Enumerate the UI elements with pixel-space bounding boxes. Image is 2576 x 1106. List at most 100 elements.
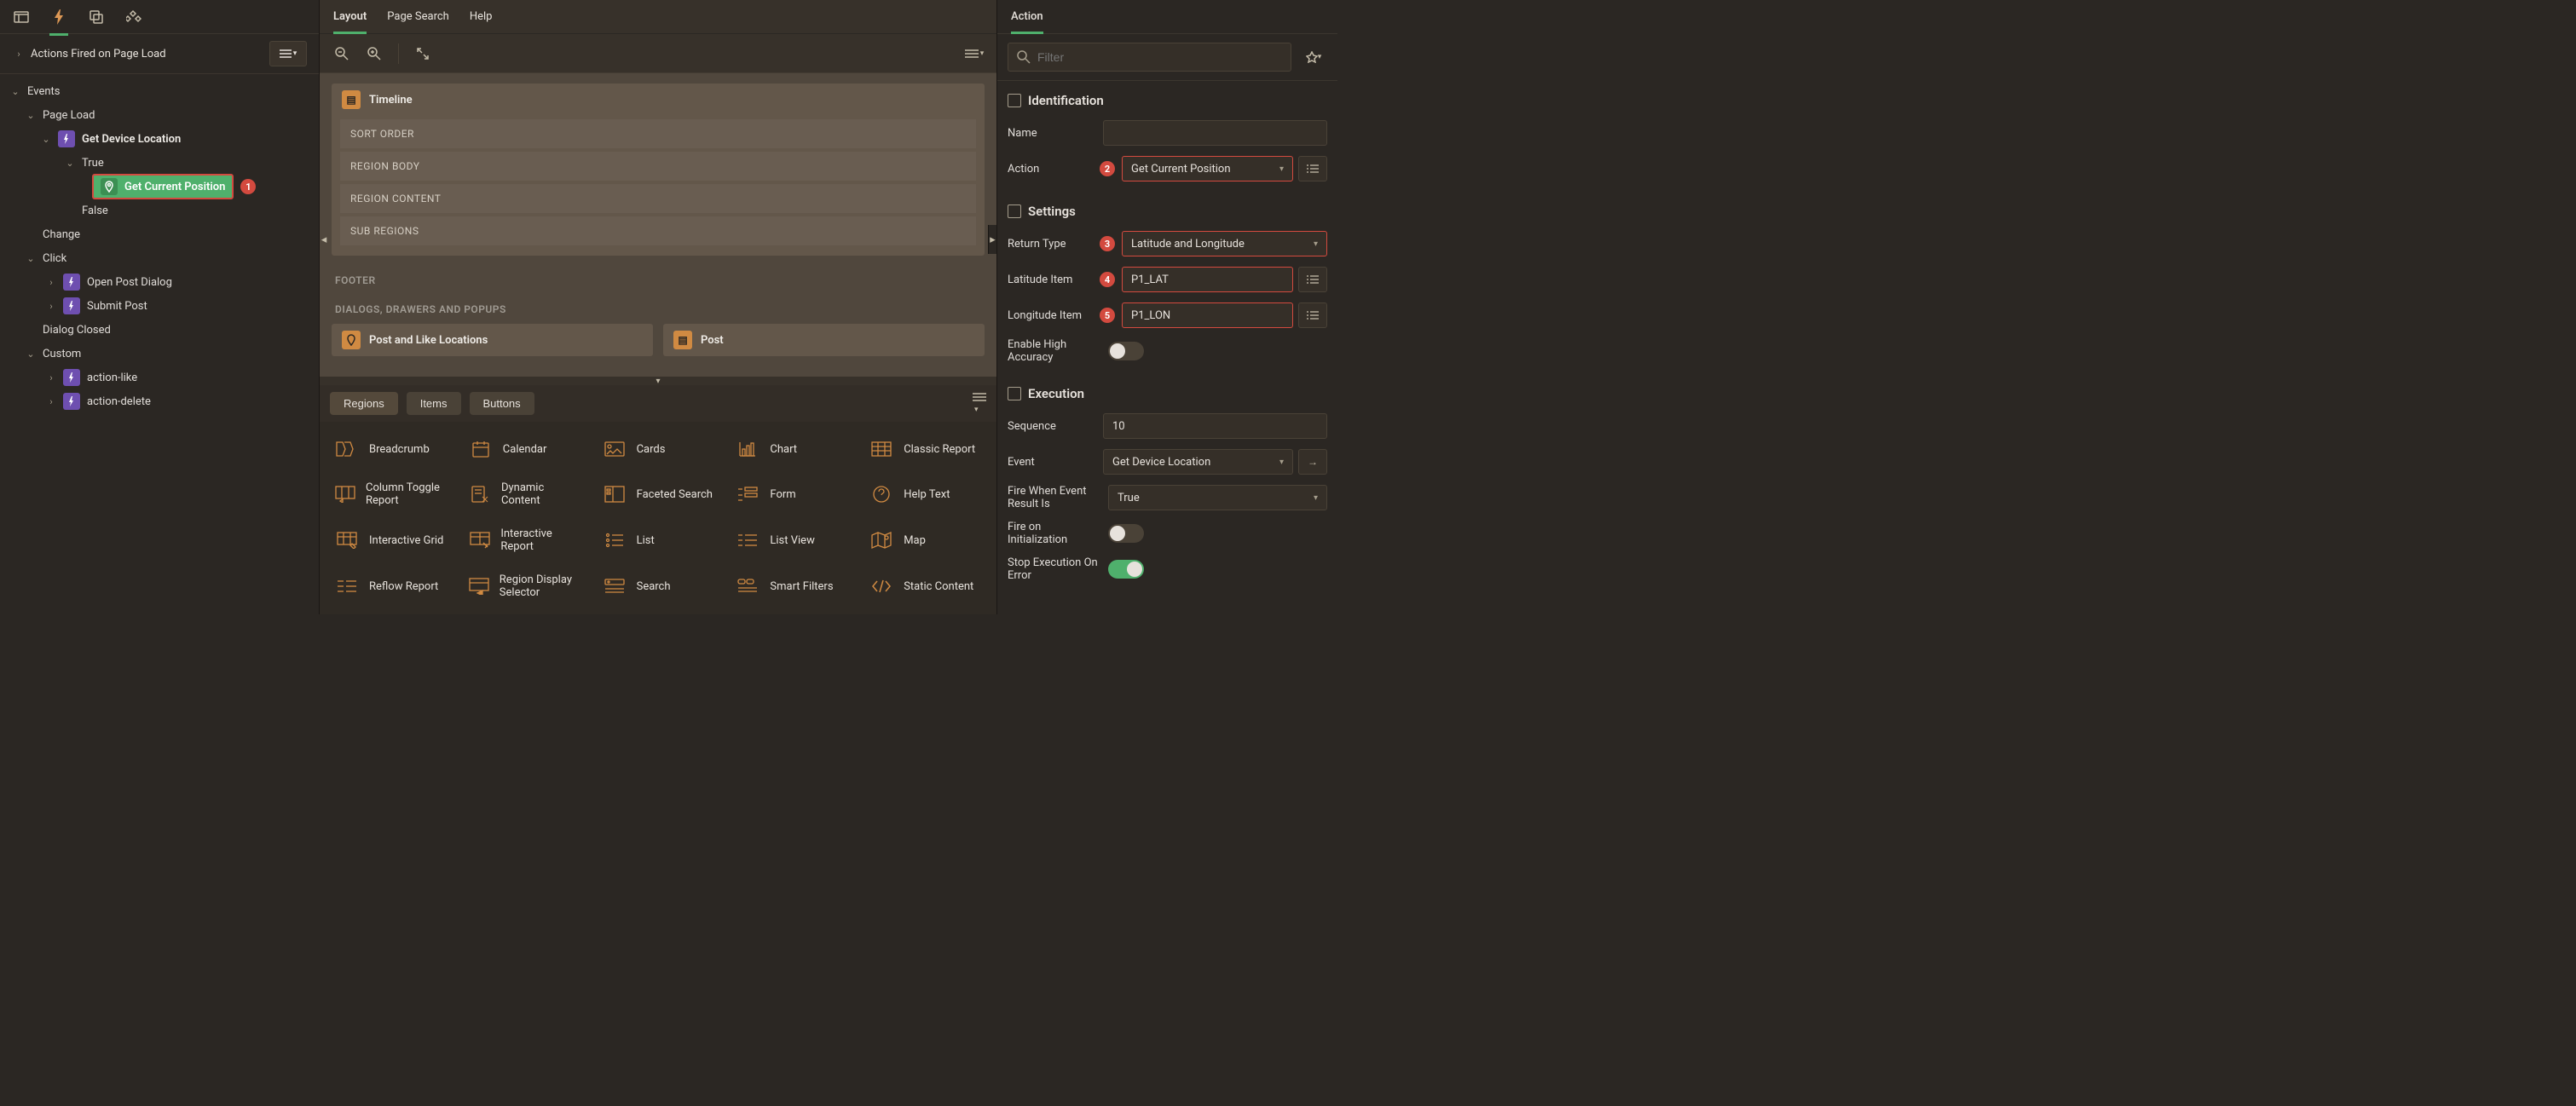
toggle-enable-high-accuracy[interactable]	[1108, 342, 1144, 360]
gallery-calendar[interactable]: Calendar	[464, 430, 586, 468]
shared-components-tab-icon[interactable]	[123, 6, 145, 28]
gallery-list[interactable]: List	[598, 521, 719, 560]
interactive-report-icon	[469, 528, 491, 552]
event-goto-button[interactable]: →	[1298, 449, 1327, 475]
region-post[interactable]: ▤Post	[663, 324, 985, 356]
latitude-lov-button[interactable]	[1298, 267, 1327, 292]
zoom-out-icon[interactable]	[330, 42, 354, 66]
gallery-breadcrumb[interactable]: Breadcrumb	[330, 430, 452, 468]
zoom-in-icon[interactable]	[362, 42, 386, 66]
tree-node-change[interactable]: Change	[0, 222, 319, 246]
tree-node-get-current-position[interactable]: Get Current Position 1	[0, 175, 319, 199]
chevron-right-icon: ›	[44, 395, 58, 408]
tree-node-true[interactable]: ⌄ True	[0, 151, 319, 175]
tree-node-page-load[interactable]: ⌄ Page Load	[0, 103, 319, 127]
tree-node-action-delete[interactable]: › action-delete	[0, 389, 319, 413]
dynamic-actions-tab-icon[interactable]	[48, 6, 70, 28]
layout-menu-icon[interactable]: ▾	[962, 42, 986, 66]
slot-region-content[interactable]: REGION CONTENT	[340, 184, 976, 213]
section-checkbox[interactable]	[1008, 204, 1021, 218]
slot-sub-regions[interactable]: SUB REGIONS	[340, 216, 976, 245]
region-timeline[interactable]: ▤Timeline SORT ORDER REGION BODY REGION …	[332, 84, 985, 256]
longitude-lov-button[interactable]	[1298, 302, 1327, 328]
gallery-help-text[interactable]: Help Text	[864, 475, 986, 514]
gallery-chart[interactable]: Chart	[731, 430, 852, 468]
bolt-icon	[63, 297, 80, 314]
gallery-splitter[interactable]: ▾	[320, 377, 996, 385]
resize-handle-left[interactable]: ◂	[320, 225, 328, 254]
tree-node-events[interactable]: ⌄ Events	[0, 79, 319, 103]
slot-sort-order[interactable]: SORT ORDER	[340, 119, 976, 148]
tree-node-open-post-dialog[interactable]: › Open Post Dialog	[0, 270, 319, 294]
gallery-tab-buttons[interactable]: Buttons	[470, 392, 534, 415]
gallery-reflow-report[interactable]: Reflow Report	[330, 567, 452, 606]
toggle-stop-execution[interactable]	[1108, 560, 1144, 579]
tree-menu-button[interactable]: ▾	[269, 41, 307, 66]
input-longitude-item[interactable]: P1_LON	[1122, 302, 1293, 328]
select-fire-when[interactable]: True▾	[1108, 485, 1327, 510]
section-settings[interactable]: Settings	[1008, 197, 1327, 226]
gallery-map[interactable]: Map	[864, 521, 986, 560]
section-execution[interactable]: Execution	[1008, 379, 1327, 408]
tree-node-dialog-closed[interactable]: Dialog Closed	[0, 318, 319, 342]
gallery-interactive-report[interactable]: Interactive Report	[464, 521, 586, 560]
center-panel: Layout Page Search Help ▾ ◂ ▸ ▤Timeline …	[320, 0, 996, 614]
filter-input[interactable]	[1037, 50, 1282, 64]
gallery-tab-items[interactable]: Items	[407, 392, 461, 415]
gallery-smart-filters[interactable]: Smart Filters	[731, 567, 852, 606]
reflow-icon	[335, 574, 359, 598]
gallery-rds[interactable]: Region Display Selector	[464, 567, 586, 606]
slot-region-body[interactable]: REGION BODY	[340, 152, 976, 181]
label-name: Name	[1008, 127, 1096, 140]
select-event[interactable]: Get Device Location▾	[1103, 449, 1293, 475]
gallery-faceted-search[interactable]: Faceted Search	[598, 475, 719, 514]
gallery-menu-icon[interactable]: ▾	[973, 392, 986, 415]
gallery-form[interactable]: Form	[731, 475, 852, 514]
tree-node-false[interactable]: False	[0, 199, 319, 222]
tree-node-click[interactable]: ⌄ Click	[0, 246, 319, 270]
resize-handle-right[interactable]: ▸	[988, 225, 996, 254]
tab-help[interactable]: Help	[470, 0, 493, 34]
select-action[interactable]: Get Current Position▾	[1122, 156, 1293, 181]
select-return-type[interactable]: Latitude and Longitude▾	[1122, 231, 1327, 256]
action-lov-button[interactable]	[1298, 156, 1327, 181]
tree-node-submit-post[interactable]: › Submit Post	[0, 294, 319, 318]
filter-input-wrapper[interactable]	[1008, 43, 1291, 72]
section-checkbox[interactable]	[1008, 94, 1021, 107]
tab-action[interactable]: Action	[1011, 0, 1043, 34]
bolt-icon	[63, 393, 80, 410]
region-post-like-locations[interactable]: Post and Like Locations	[332, 324, 653, 356]
gallery-interactive-grid[interactable]: Interactive Grid	[330, 521, 452, 560]
callout-badge-1: 1	[240, 179, 256, 194]
tree-node-custom[interactable]: ⌄ Custom	[0, 342, 319, 366]
gallery-search[interactable]: Search	[598, 567, 719, 606]
tab-page-search[interactable]: Page Search	[387, 0, 449, 34]
gallery-cards[interactable]: Cards	[598, 430, 719, 468]
input-sequence[interactable]: 10	[1103, 413, 1327, 439]
properties-menu-icon[interactable]: ▾	[1300, 43, 1327, 71]
gallery-classic-report[interactable]: Classic Report	[864, 430, 986, 468]
gallery-static-content[interactable]: Static Content	[864, 567, 986, 606]
rendering-tab-icon[interactable]	[10, 6, 32, 28]
tab-layout[interactable]: Layout	[333, 0, 367, 34]
callout-badge-2: 2	[1100, 161, 1115, 176]
section-checkbox[interactable]	[1008, 387, 1021, 400]
gallery-column-toggle[interactable]: Column Toggle Report	[330, 475, 452, 514]
callout-badge-3: 3	[1100, 236, 1115, 251]
gallery-list-view[interactable]: List View	[731, 521, 852, 560]
map-pin-icon	[342, 331, 361, 349]
input-latitude-item[interactable]: P1_LAT	[1122, 267, 1293, 292]
processing-tab-icon[interactable]	[85, 6, 107, 28]
table-icon	[869, 437, 893, 461]
tree-node-get-device-location[interactable]: ⌄ Get Device Location	[0, 127, 319, 151]
map-icon	[869, 528, 893, 552]
label-stop-execution: Stop Execution On Error	[1008, 556, 1101, 582]
tree-node-action-like[interactable]: › action-like	[0, 366, 319, 389]
section-identification[interactable]: Identification	[1008, 86, 1327, 115]
gallery-dynamic-content[interactable]: Dynamic Content	[464, 475, 586, 514]
input-name[interactable]	[1103, 120, 1327, 146]
toggle-fire-on-init[interactable]	[1108, 524, 1144, 543]
gallery-tab-regions[interactable]: Regions	[330, 392, 398, 415]
chevron-right-icon[interactable]: ›	[12, 47, 26, 60]
expand-icon[interactable]	[411, 42, 435, 66]
